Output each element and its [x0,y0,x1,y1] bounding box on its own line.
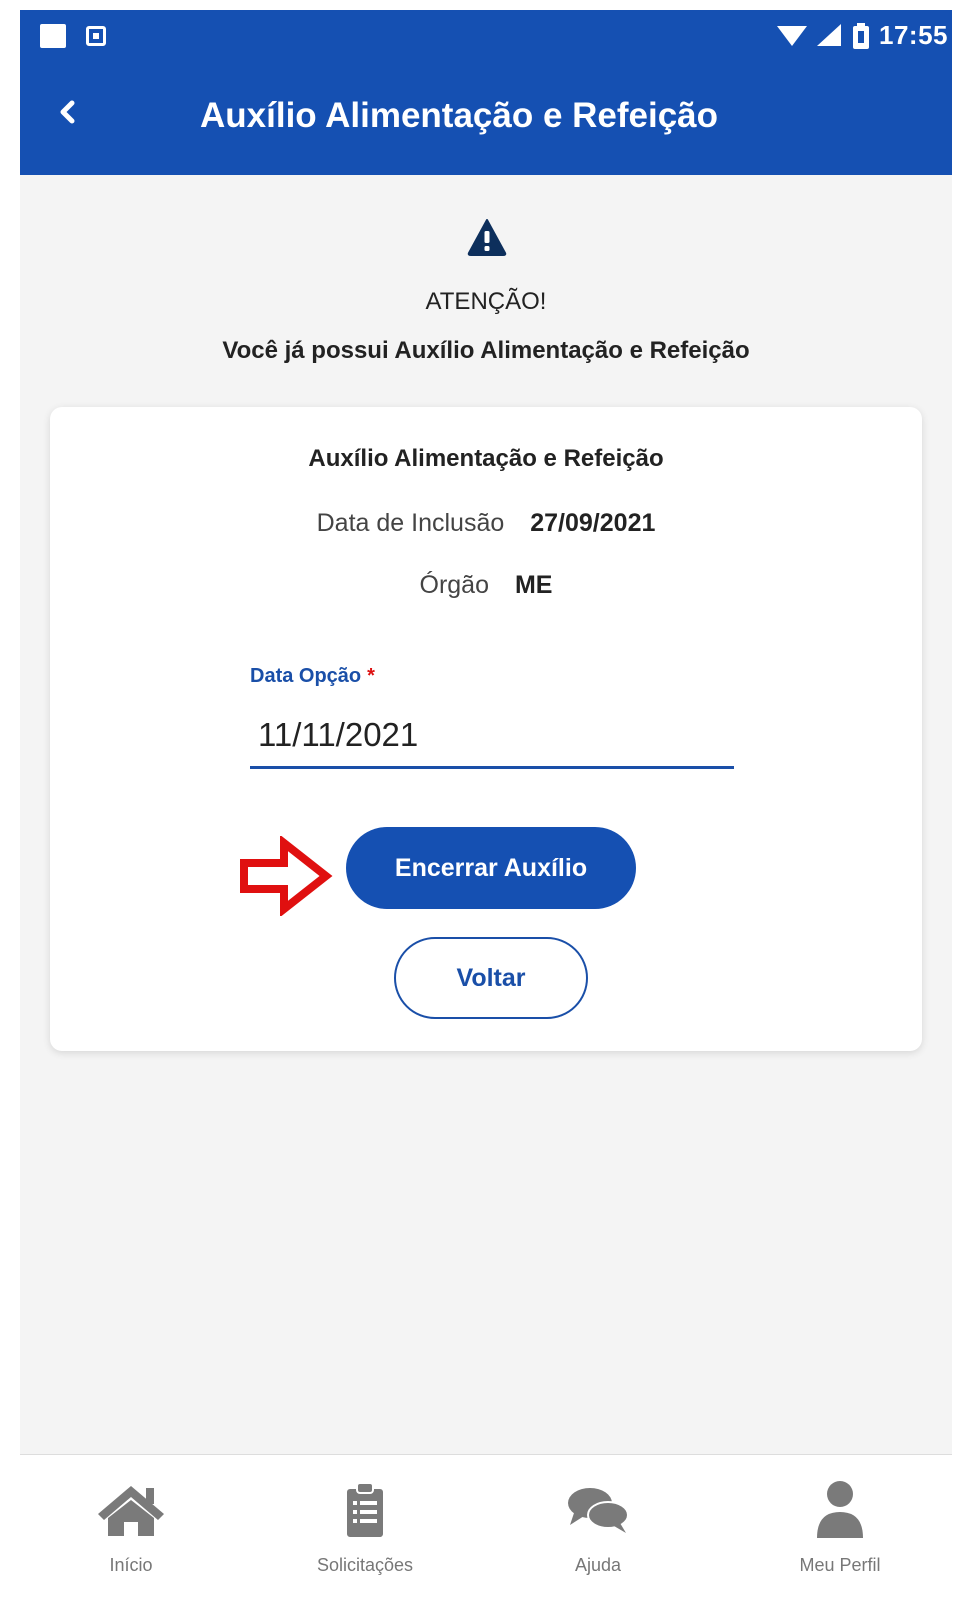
end-benefit-button[interactable]: Encerrar Auxílio [346,827,636,909]
benefit-card: Auxílio Alimentação e Refeição Data de I… [50,407,922,1051]
back-button[interactable] [48,92,88,132]
nav-item-profile[interactable]: Meu Perfil [750,1477,930,1576]
nav-item-home[interactable]: Início [41,1477,221,1576]
card-title: Auxílio Alimentação e Refeição [308,445,664,472]
page-title: Auxílio Alimentação e Refeição [200,96,719,135]
warning-message: Você já possui Auxílio Alimentação e Ref… [222,337,750,364]
organ-value: ME [514,571,553,599]
nav-label-help: Ajuda [574,1555,622,1575]
status-time: 17:55 [879,20,948,50]
chat-icon [568,1488,629,1533]
app-bar: Auxílio Alimentação e Refeição [20,62,952,175]
status-bar: 17:55 [20,10,952,62]
home-icon [98,1486,164,1536]
nav-label-profile: Meu Perfil [799,1555,881,1575]
app-screen: 17:55 Auxílio Alimentação e Refeição ATE… [20,10,952,1616]
inclusion-date-value: 27/09/2021 [530,509,656,537]
chevron-left-icon [60,100,75,124]
option-date-input[interactable] [250,703,734,769]
inclusion-date-row: Data de Inclusão 27/09/2021 [50,509,922,538]
option-date-label-text: Data Opção [250,665,362,687]
nav-item-help[interactable]: Ajuda [508,1477,688,1576]
signal-icon [817,23,841,46]
warning-icon [467,219,507,256]
notification-square-icon [40,24,66,48]
nav-item-requests[interactable]: Solicitações [275,1477,455,1576]
required-marker: * [367,665,375,687]
nav-label-home: Início [109,1555,153,1575]
organ-label: Órgão [419,571,489,599]
battery-icon [853,22,869,49]
organ-row: Órgão ME [50,571,922,600]
inclusion-date-label: Data de Inclusão [316,509,505,537]
annotation-arrow-icon [240,836,333,916]
clipboard-icon [347,1482,383,1537]
attention-heading: ATENÇÃO! [425,288,547,315]
nav-label-requests: Solicitações [316,1555,414,1575]
option-date-label: Data Opção * [250,665,375,688]
wifi-icon [777,25,807,46]
bottom-navigation: Início Solicitações Ajuda Meu Perfil [20,1454,952,1616]
user-icon [817,1481,863,1538]
back-action-button[interactable]: Voltar [394,937,588,1019]
notification-app-icon [86,26,106,46]
